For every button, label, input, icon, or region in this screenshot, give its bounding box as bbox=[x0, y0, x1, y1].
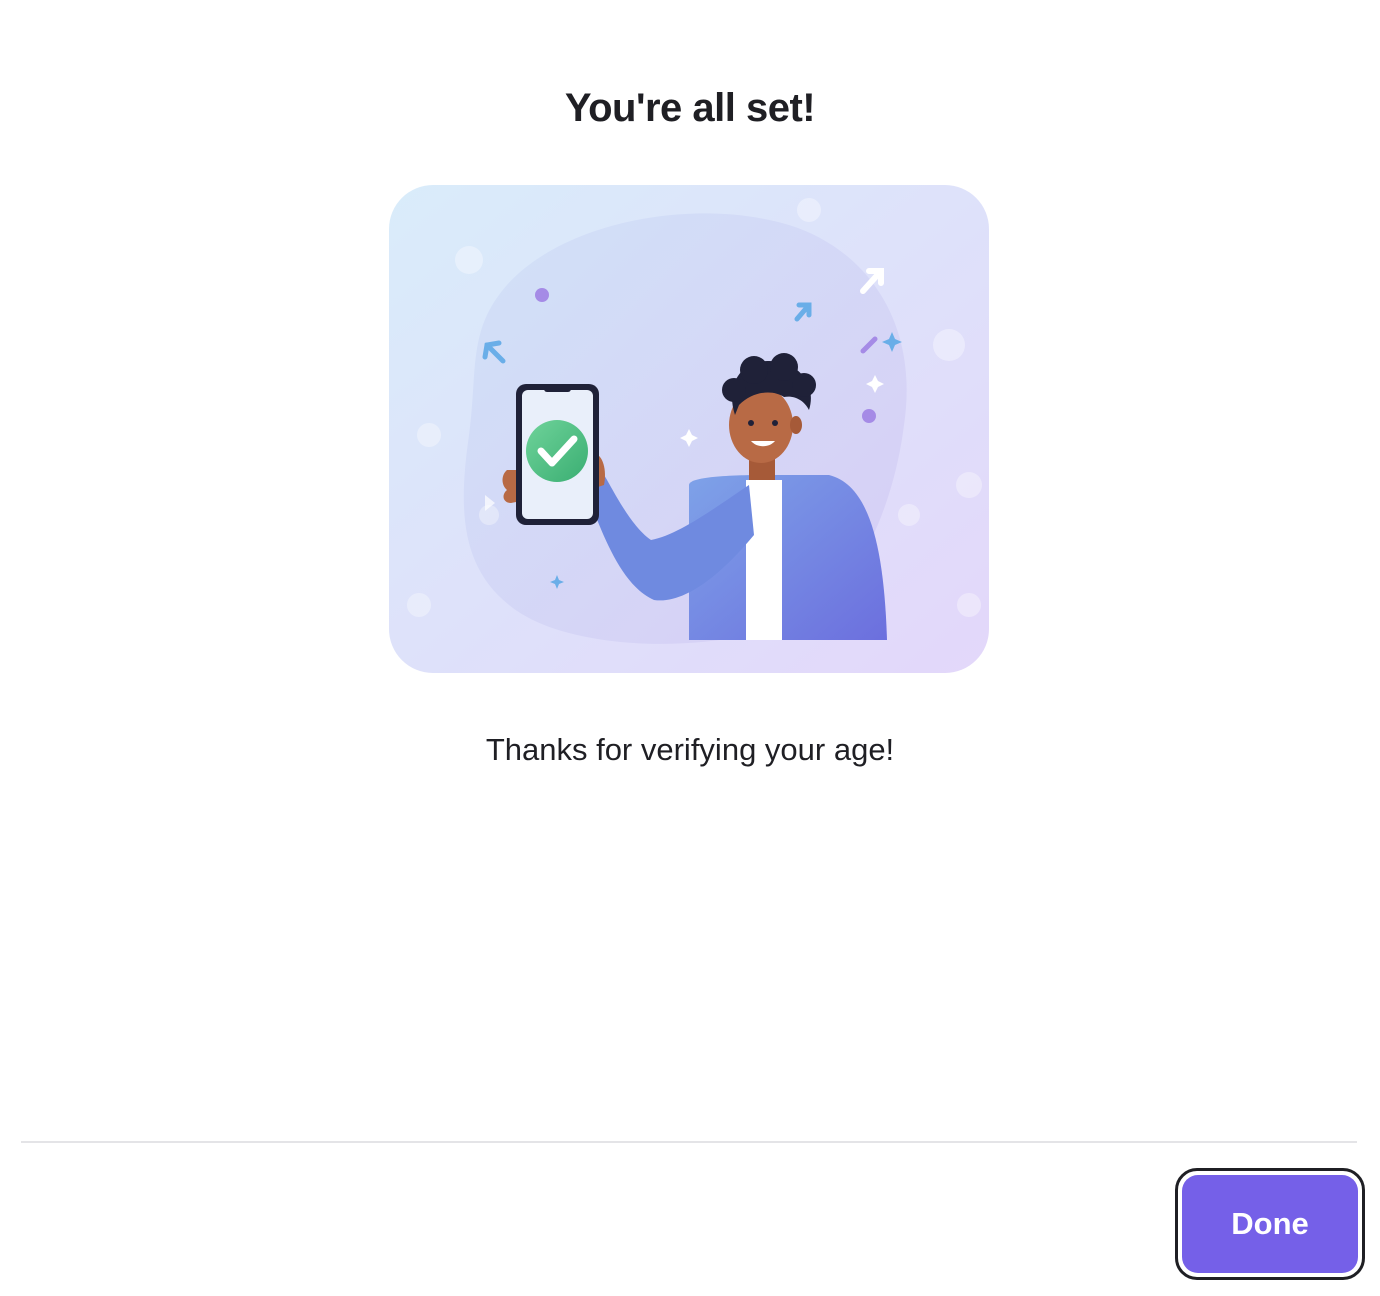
footer-divider bbox=[21, 1141, 1357, 1143]
page-title: You're all set! bbox=[564, 86, 816, 130]
success-illustration bbox=[389, 185, 989, 673]
verification-complete-dialog: You're all set! Thanks for verifying you… bbox=[0, 0, 1380, 1296]
done-button-focus-ring: Done bbox=[1175, 1168, 1365, 1280]
done-button[interactable]: Done bbox=[1182, 1175, 1358, 1273]
checkmark-icon bbox=[526, 420, 588, 482]
confirmation-message: Thanks for verifying your age! bbox=[485, 732, 895, 767]
phone-icon bbox=[516, 384, 599, 525]
